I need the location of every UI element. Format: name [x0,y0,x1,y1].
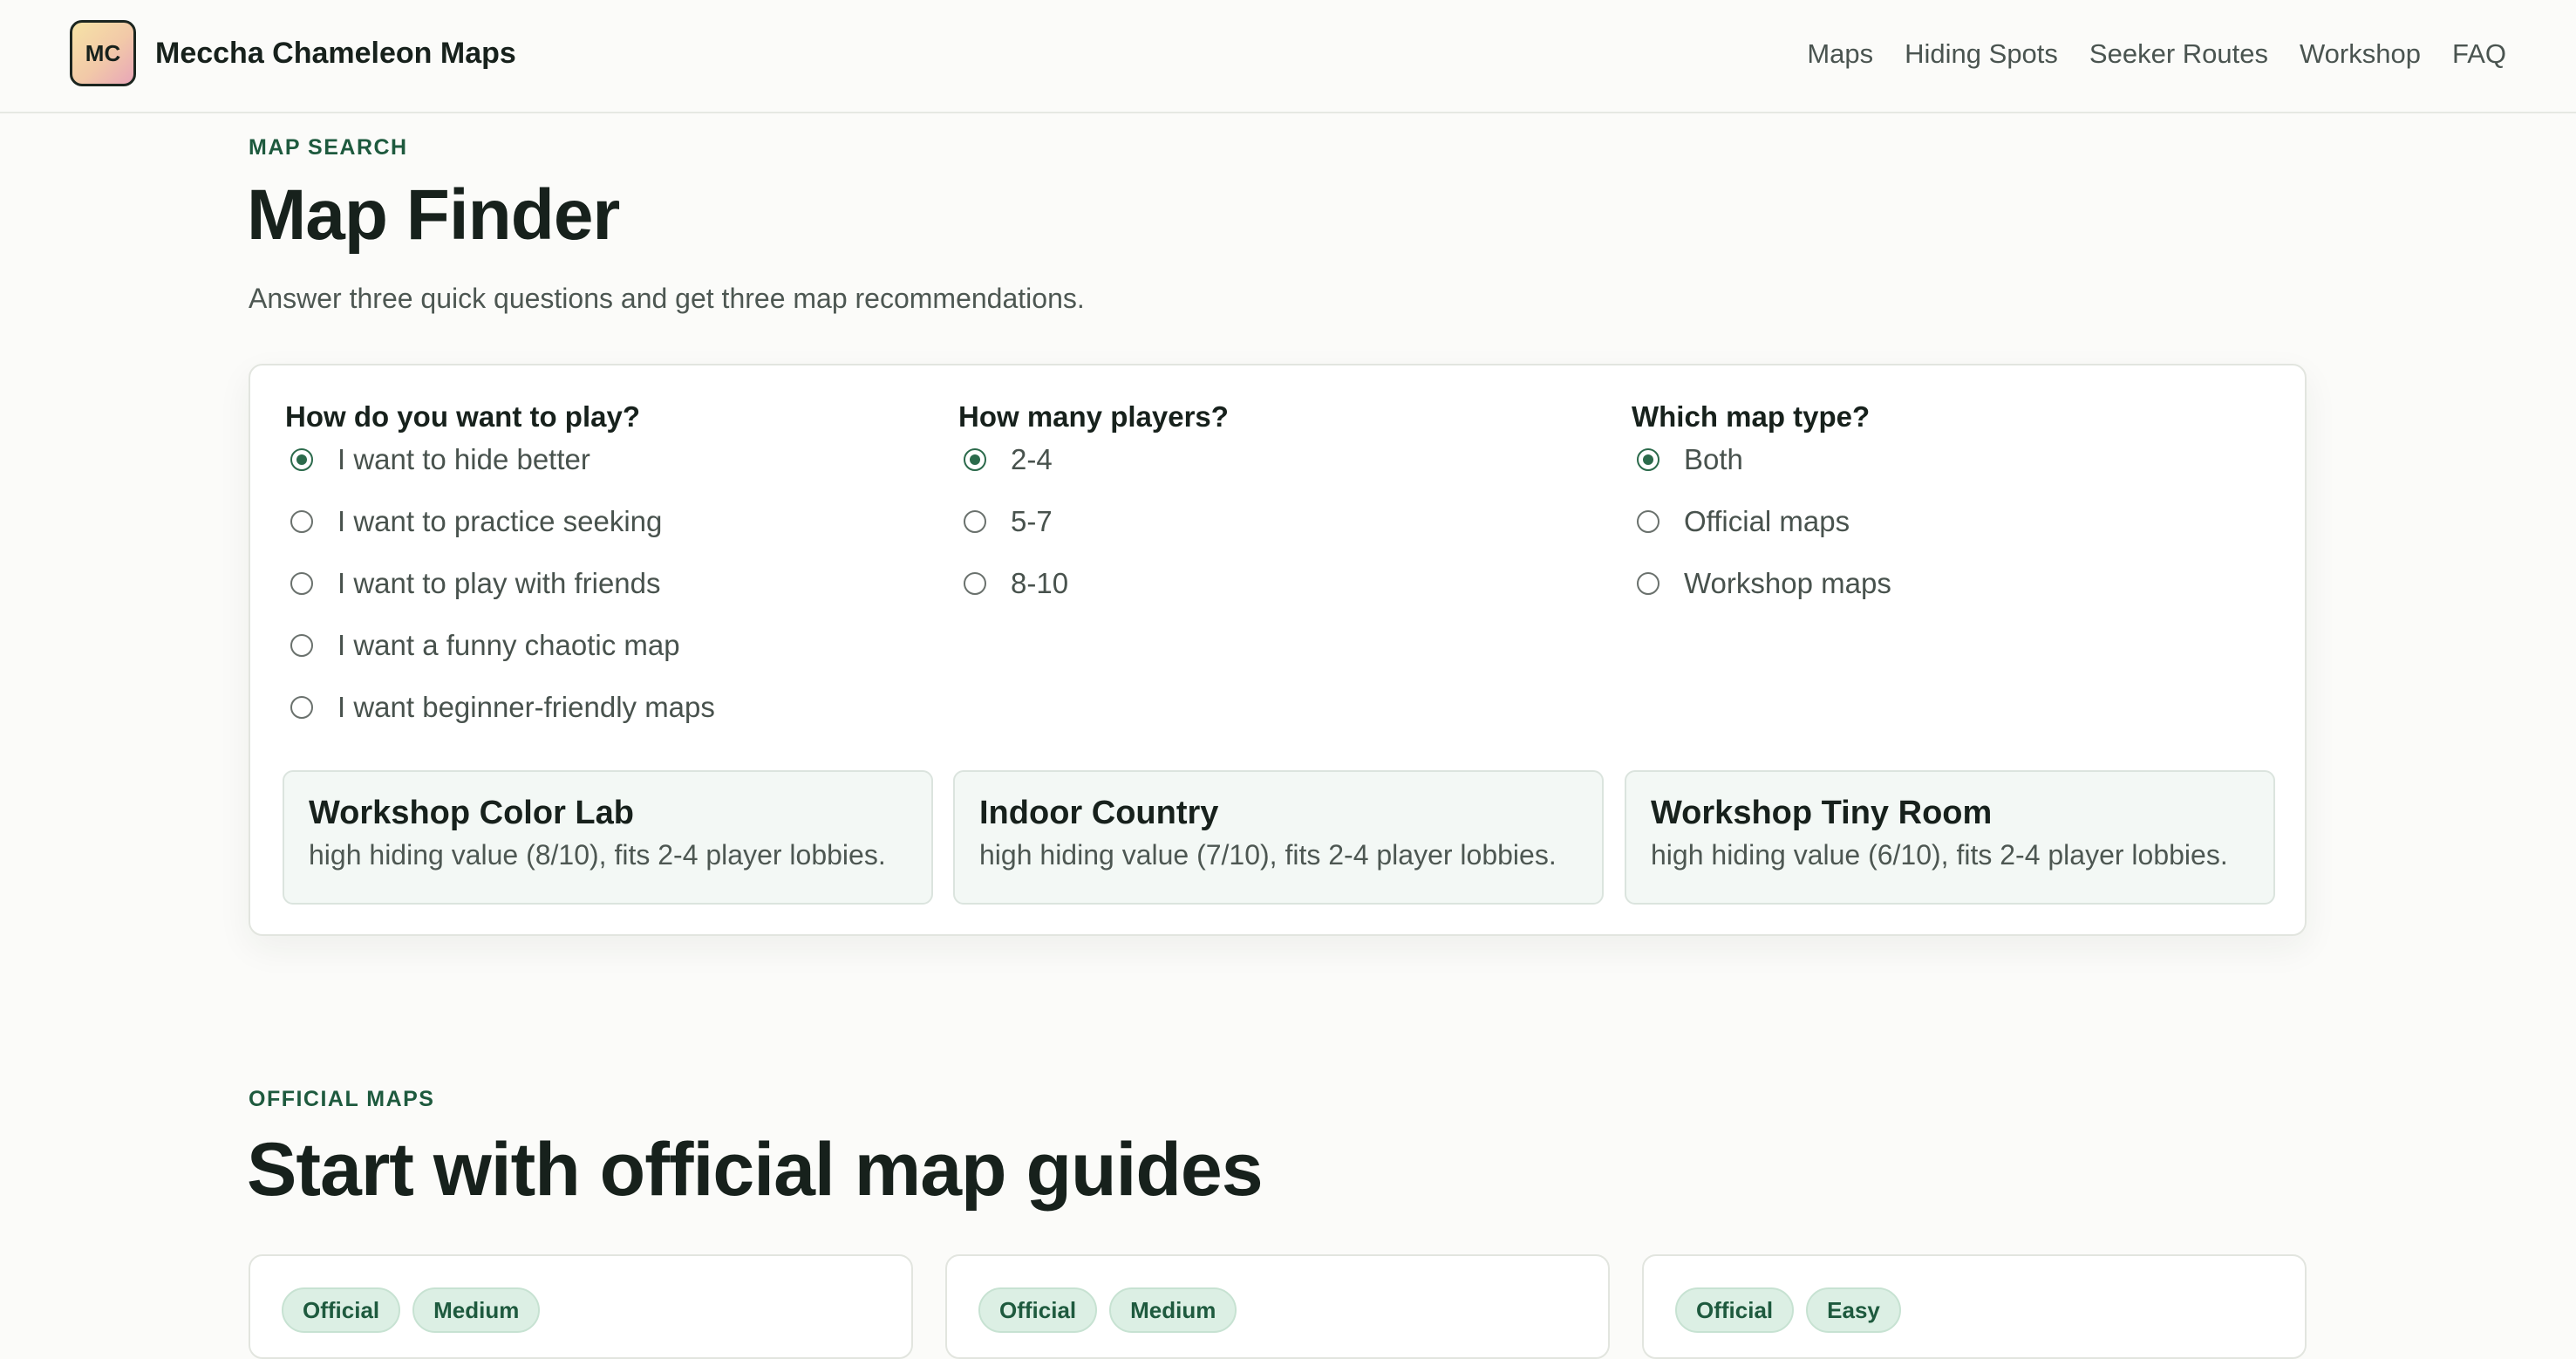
radio-unchecked-icon[interactable] [1637,509,1659,533]
radio-unchecked-icon[interactable] [290,571,313,595]
recommendation-desc: high hiding value (8/10), fits 2-4 playe… [309,839,886,871]
radio-checked-icon[interactable] [1637,447,1659,471]
option-label: 5-7 [1011,504,1053,537]
section-title-official-maps: Start with official map guides [247,1128,1264,1212]
radio-unchecked-icon[interactable] [964,509,986,533]
main-nav: Maps Hiding Spots Seeker Routes Workshop… [1807,0,2506,108]
option-label: 2-4 [1011,442,1053,475]
nav-link-faq[interactable]: FAQ [2452,38,2506,70]
recommendation-card[interactable]: Workshop Color Lab high hiding value (8/… [283,770,933,905]
option-label: Workshop maps [1684,566,1891,599]
recommendation-title: Indoor Country [979,795,1219,831]
option-label: I want to practice seeking [337,504,663,537]
option-label: I want to play with friends [337,566,661,599]
radio-checked-icon[interactable] [964,447,986,471]
option-players-8-10[interactable]: 8-10 [958,552,1229,614]
nav-link-maps[interactable]: Maps [1807,38,1873,70]
recommendation-title: Workshop Tiny Room [1651,795,1993,831]
question-title: Which map type? [1632,400,1871,433]
section-eyebrow-official-maps: OFFICIAL MAPS [249,1087,435,1111]
tag-list: Official Easy [1675,1287,1901,1333]
recommendation-title: Workshop Color Lab [309,795,634,831]
map-guide-card[interactable]: Official Medium [945,1254,1610,1359]
map-finder-card: How do you want to play? I want to hide … [249,364,2307,936]
option-label: Official maps [1684,504,1850,537]
site-logo[interactable]: MC [70,20,136,86]
map-guide-card[interactable]: Official Easy [1642,1254,2307,1359]
radio-unchecked-icon[interactable] [964,571,986,595]
radio-unchecked-icon[interactable] [290,633,313,657]
option-hide-better[interactable]: I want to hide better [285,428,715,490]
radio-unchecked-icon[interactable] [1637,571,1659,595]
nav-link-workshop[interactable]: Workshop [2300,38,2421,70]
option-label: I want a funny chaotic map [337,628,680,661]
option-label: I want beginner-friendly maps [337,690,715,723]
recommendation-desc: high hiding value (6/10), fits 2-4 playe… [1651,839,2228,871]
radio-unchecked-icon[interactable] [290,695,313,719]
question-play-style: How do you want to play? I want to hide … [285,400,715,738]
question-title: How many players? [958,400,1229,433]
option-funny-chaotic-map[interactable]: I want a funny chaotic map [285,614,715,676]
option-practice-seeking[interactable]: I want to practice seeking [285,490,715,552]
option-beginner-friendly[interactable]: I want beginner-friendly maps [285,676,715,738]
section-eyebrow-map-search: MAP SEARCH [249,135,408,160]
page-title: Map Finder [247,175,620,255]
tag-badge: Medium [412,1287,541,1333]
radio-checked-icon[interactable] [290,447,313,471]
option-type-workshop[interactable]: Workshop maps [1632,552,1891,614]
option-label: Both [1684,442,1743,475]
option-label: I want to hide better [337,442,590,475]
map-guide-card[interactable]: Official Medium [249,1254,913,1359]
tag-badge: Official [1675,1287,1795,1333]
nav-link-seeker-routes[interactable]: Seeker Routes [2089,38,2268,70]
nav-link-hiding-spots[interactable]: Hiding Spots [1905,38,2058,70]
recommendation-desc: high hiding value (7/10), fits 2-4 playe… [979,839,1557,871]
tag-list: Official Medium [282,1287,541,1333]
site-header: MC Meccha Chameleon Maps Maps Hiding Spo… [0,0,2576,113]
question-map-type: Which map type? Both Official maps Works… [1632,400,1891,614]
site-name[interactable]: Meccha Chameleon Maps [155,37,516,71]
option-play-with-friends[interactable]: I want to play with friends [285,552,715,614]
tag-badge: Medium [1109,1287,1237,1333]
question-player-count: How many players? 2-4 5-7 8-10 [958,400,1229,614]
page-lede: Answer three quick questions and get thr… [249,283,1085,314]
brand[interactable]: MC Meccha Chameleon Maps [70,20,516,86]
tag-list: Official Medium [978,1287,1237,1333]
option-label: 8-10 [1011,566,1069,599]
radio-unchecked-icon[interactable] [290,509,313,533]
recommendation-card[interactable]: Workshop Tiny Room high hiding value (6/… [1625,770,2275,905]
tag-badge: Official [282,1287,401,1333]
recommendation-card[interactable]: Indoor Country high hiding value (7/10),… [953,770,1604,905]
tag-badge: Easy [1806,1287,1901,1333]
tag-badge: Official [978,1287,1098,1333]
